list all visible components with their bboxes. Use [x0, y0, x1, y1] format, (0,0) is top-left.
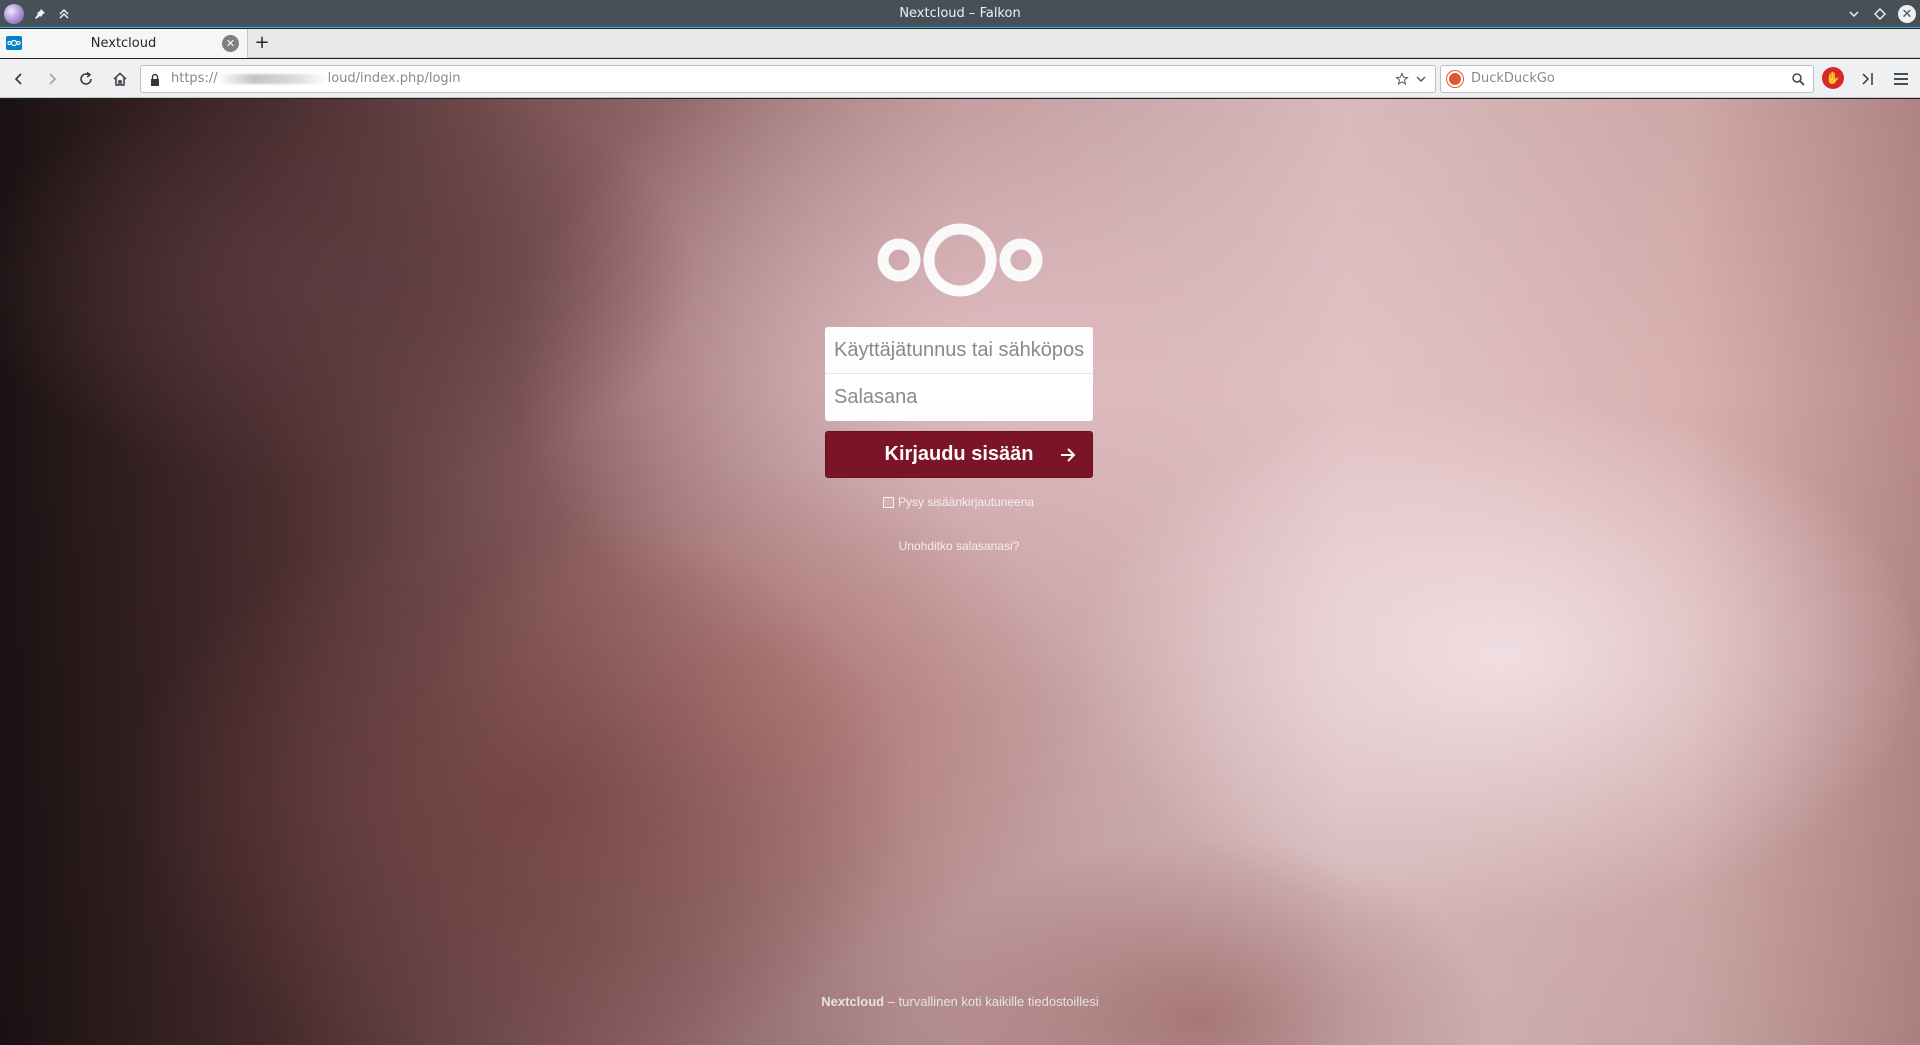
login-page: Kirjaudu sisään Pysy sisäänkirjautuneena…	[0, 99, 1920, 1045]
hamburger-menu-icon[interactable]	[1890, 68, 1912, 90]
remember-me-label: Pysy sisäänkirjautuneena	[898, 495, 1035, 509]
nextcloud-favicon-icon	[6, 36, 22, 50]
url-scheme: https://	[171, 71, 218, 86]
username-field-wrapper	[825, 327, 1093, 374]
search-icon[interactable]	[1791, 71, 1807, 87]
minimize-icon[interactable]	[1846, 6, 1862, 22]
maximize-icon[interactable]	[1872, 6, 1888, 22]
nextcloud-logo-icon	[877, 223, 1043, 297]
close-tab-icon[interactable]: ✕	[222, 35, 239, 52]
reload-button[interactable]	[75, 68, 97, 90]
window-title: Nextcloud – Falkon	[899, 6, 1021, 21]
bookmark-star-icon[interactable]	[1395, 71, 1411, 87]
remember-me-checkbox[interactable]	[883, 496, 894, 508]
search-bar[interactable]: DuckDuckGo	[1440, 65, 1814, 93]
tab-label: Nextcloud	[90, 36, 157, 51]
new-tab-button[interactable]: +	[252, 29, 272, 58]
tab-nextcloud[interactable]: Nextcloud ✕	[0, 29, 248, 58]
titlebar-right-controls: ✕	[1846, 3, 1916, 25]
remember-me[interactable]: Pysy sisäänkirjautuneena	[883, 495, 1034, 509]
forgot-password-link[interactable]: Unohditko salasanasi?	[825, 539, 1093, 553]
url-path: loud/index.php/login	[327, 71, 461, 86]
url-text: https:// loud/index.php/login	[171, 66, 461, 92]
adblock-icon[interactable]: ✋	[1822, 67, 1844, 89]
login-form: Kirjaudu sisään Pysy sisäänkirjautuneena…	[825, 327, 1093, 553]
back-button[interactable]	[8, 68, 30, 90]
password-field-wrapper	[825, 374, 1093, 421]
navigation-bar: https://loud/index.php/login DuckDuckGo …	[0, 59, 1920, 98]
close-window-icon[interactable]: ✕	[1898, 5, 1916, 23]
history-dropdown-icon[interactable]	[1415, 71, 1429, 87]
username-input[interactable]	[825, 327, 1093, 373]
footer-brand[interactable]: Nextcloud	[821, 994, 884, 1009]
search-placeholder: DuckDuckGo	[1471, 71, 1555, 86]
login-button-label: Kirjaudu sisään	[884, 443, 1034, 465]
tab-bar: Nextcloud ✕ +	[0, 29, 1920, 58]
lock-icon[interactable]	[148, 72, 162, 86]
footer: Nextcloud – turvallinen koti kaikille ti…	[0, 994, 1920, 1009]
footer-tagline: – turvallinen koti kaikille tiedostoille…	[884, 994, 1099, 1009]
window-titlebar: Nextcloud – Falkon ✕	[0, 0, 1920, 28]
password-input[interactable]	[825, 374, 1093, 421]
address-bar[interactable]: https:// loud/index.php/login	[140, 65, 1436, 93]
login-button[interactable]: Kirjaudu sisään	[825, 431, 1093, 478]
redacted-host	[217, 73, 328, 84]
home-button[interactable]	[109, 68, 131, 90]
sidebar-toggle-icon[interactable]	[1857, 68, 1879, 90]
arrow-right-icon	[1061, 448, 1076, 462]
forward-button[interactable]	[41, 68, 63, 90]
duckduckgo-icon[interactable]	[1447, 71, 1463, 87]
